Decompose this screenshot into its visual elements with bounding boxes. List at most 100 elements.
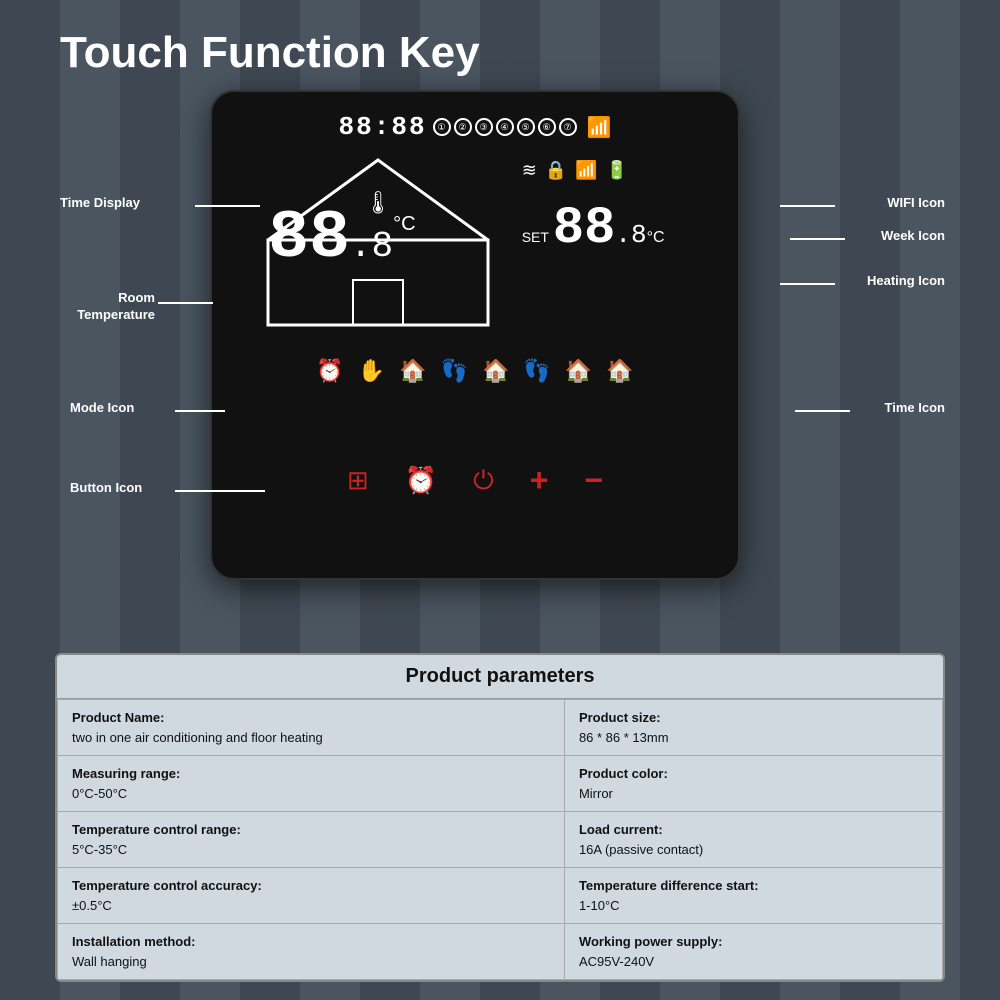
room-temp-value: 88 [268, 200, 350, 277]
time-display-line [195, 205, 260, 207]
week-icon-line [790, 238, 845, 240]
product-size-cell: Product size: 86 * 86 * 13mm [564, 700, 942, 756]
product-name-label: Product Name: [72, 708, 550, 728]
installation-value: Wall hanging [72, 952, 550, 972]
time-icon-label: Time Icon [885, 400, 945, 417]
load-current-value: 16A (passive contact) [579, 840, 928, 860]
measuring-range-label: Measuring range: [72, 764, 550, 784]
table-row: Temperature control range: 5°C-35°C Load… [58, 812, 943, 868]
time-display-label: Time Display [60, 195, 140, 212]
minus-button[interactable]: − [584, 462, 603, 499]
temp-diff-label: Temperature difference start: [579, 876, 928, 896]
product-name-value: two in one air conditioning and floor he… [72, 728, 550, 748]
home-mode-3: 🏠 [565, 358, 592, 384]
button-icon-label: Button Icon [70, 480, 142, 497]
set-temp-value: 88 [553, 203, 615, 255]
menu-button[interactable]: ⊞ [347, 465, 369, 496]
wifi-icon-label: WIFI Icon [887, 195, 945, 212]
load-current-cell: Load current: 16A (passive contact) [564, 812, 942, 868]
table-row: Temperature control accuracy: ±0.5°C Tem… [58, 868, 943, 924]
walk-mode-2: 👣 [523, 358, 550, 384]
walk-mode-1: 👣 [441, 358, 468, 384]
set-temp-row: SET 88.8°C [522, 203, 665, 255]
day-6: ⑥ [538, 118, 556, 136]
home-mode-4: 🏠 [606, 358, 633, 384]
room-temp-decimal: .8 [350, 226, 393, 267]
temp-diff-value: 1-10°C [579, 896, 928, 916]
mode-icon-line [175, 410, 225, 412]
wifi-icon-line [780, 205, 835, 207]
thermostat-body: 88:88 ① ② ③ ④ ⑤ ⑥ ⑦ 📶 [210, 90, 740, 580]
home-mode-1: 🏠 [399, 358, 426, 384]
day-1: ① [433, 118, 451, 136]
table-row: Measuring range: 0°C-50°C Product color:… [58, 756, 943, 812]
thermostat-device: 88:88 ① ② ③ ④ ⑤ ⑥ ⑦ 📶 [210, 90, 740, 580]
day-2: ② [454, 118, 472, 136]
temp-accuracy-value: ±0.5°C [72, 896, 550, 916]
home-mode-2: 🏠 [482, 358, 509, 384]
product-color-label: Product color: [579, 764, 928, 784]
room-temp-unit: °C [393, 213, 415, 236]
set-temp-decimal: .8 [615, 220, 646, 250]
time-icon-line [795, 410, 850, 412]
product-color-value: Mirror [579, 784, 928, 804]
day-3: ③ [475, 118, 493, 136]
temp-accuracy-cell: Temperature control accuracy: ±0.5°C [58, 868, 565, 924]
params-title: Product parameters [57, 655, 943, 699]
status-icons: ≋ 🔒 📶 🔋 [522, 160, 628, 181]
day-7: ⑦ [559, 118, 577, 136]
temp-accuracy-label: Temperature control accuracy: [72, 876, 550, 896]
button-row: ⊞ ⏰ ⏻ + − [347, 462, 603, 499]
heating-icon-label: Heating Icon [867, 273, 945, 290]
wifi-icon: 📶 [587, 115, 612, 140]
time-display: 88:88 [339, 112, 427, 142]
clock-button[interactable]: ⏰ [405, 465, 437, 496]
room-temp-display: 88.8°C [268, 205, 415, 273]
temp-control-range-cell: Temperature control range: 5°C-35°C [58, 812, 565, 868]
day-5: ⑤ [517, 118, 535, 136]
hand-icon: ✋ [358, 358, 385, 384]
product-params-container: Product parameters Product Name: two in … [55, 653, 945, 982]
installation-label: Installation method: [72, 932, 550, 952]
power-supply-value: AC95V-240V [579, 952, 928, 972]
heating-icon-line [780, 283, 835, 285]
mode-icons-row: ⏰ ✋ 🏠 👣 🏠 👣 🏠 🏠 [316, 358, 633, 384]
plus-button[interactable]: + [530, 462, 549, 499]
product-color-cell: Product color: Mirror [564, 756, 942, 812]
signal-icon: 📶 [575, 160, 597, 181]
page-title: Touch Function Key [60, 28, 480, 78]
right-panel: ≋ 🔒 📶 🔋 SET 88.8°C [522, 150, 702, 330]
product-size-value: 86 * 86 * 13mm [579, 728, 928, 748]
week-icon-label: Week Icon [881, 228, 945, 245]
temp-diff-cell: Temperature difference start: 1-10°C [564, 868, 942, 924]
temp-control-range-value: 5°C-35°C [72, 840, 550, 860]
lock-icon: 🔒 [545, 160, 567, 181]
power-supply-label: Working power supply: [579, 932, 928, 952]
temp-control-range-label: Temperature control range: [72, 820, 550, 840]
heating-waves-icon: ≋ [522, 160, 537, 181]
product-size-label: Product size: [579, 708, 928, 728]
clock-mode-icon: ⏰ [316, 358, 343, 384]
main-display: 🌡 88.8°C ≋ 🔒 📶 🔋 SET 88.8 [238, 150, 711, 350]
power-supply-cell: Working power supply: AC95V-240V [564, 924, 942, 980]
set-label: SET [522, 229, 549, 245]
table-row: Installation method: Wall hanging Workin… [58, 924, 943, 980]
room-temp-label: RoomTemperature [55, 290, 155, 324]
battery-icon: 🔋 [606, 160, 628, 181]
load-current-label: Load current: [579, 820, 928, 840]
installation-cell: Installation method: Wall hanging [58, 924, 565, 980]
mode-icon-label: Mode Icon [70, 400, 134, 417]
product-name-cell: Product Name: two in one air conditionin… [58, 700, 565, 756]
top-row: 88:88 ① ② ③ ④ ⑤ ⑥ ⑦ 📶 [238, 112, 711, 142]
measuring-range-cell: Measuring range: 0°C-50°C [58, 756, 565, 812]
button-icon-line [175, 490, 265, 492]
display-area: 88:88 ① ② ③ ④ ⑤ ⑥ ⑦ 📶 [238, 112, 711, 442]
params-table: Product Name: two in one air conditionin… [57, 699, 943, 980]
day-circles: ① ② ③ ④ ⑤ ⑥ ⑦ [433, 118, 577, 136]
power-button[interactable]: ⏻ [473, 465, 494, 497]
measuring-range-value: 0°C-50°C [72, 784, 550, 804]
table-row: Product Name: two in one air conditionin… [58, 700, 943, 756]
day-4: ④ [496, 118, 514, 136]
room-temp-line [158, 302, 213, 304]
set-temp-unit: °C [647, 229, 665, 247]
